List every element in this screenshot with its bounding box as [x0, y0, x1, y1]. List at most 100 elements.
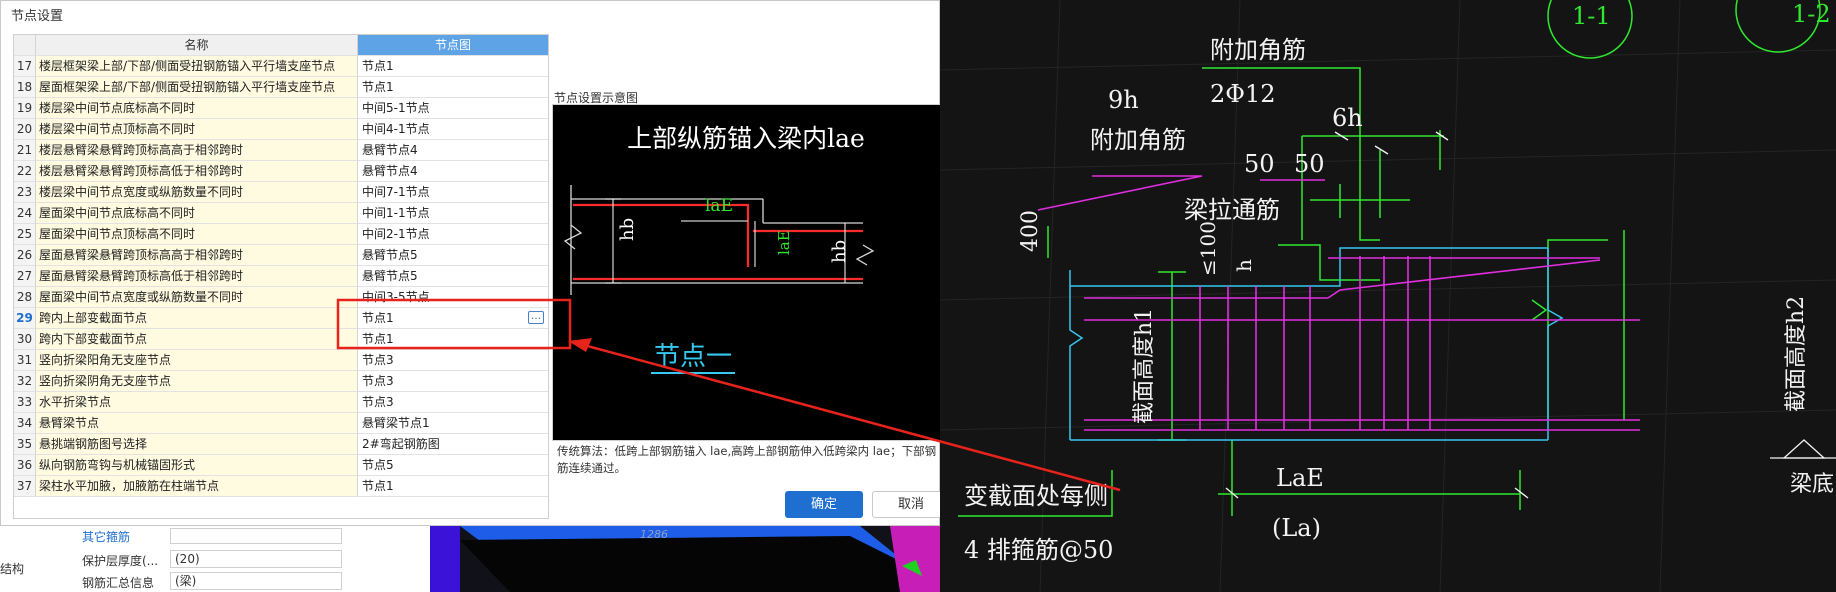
table-row[interactable]: 25 屋面梁中间节点顶标高不同时 中间2-1节点: [14, 224, 548, 245]
row-name-cell[interactable]: 竖向折梁阳角无支座节点: [36, 350, 358, 371]
row-node-cell[interactable]: 悬臂节点5: [358, 245, 548, 266]
table-row[interactable]: 30 跨内下部变截面节点 节点1: [14, 329, 548, 350]
table-row[interactable]: 18 屋面框架梁上部/下部/侧面受扭钢筋锚入平行墙支座节点 节点1: [14, 77, 548, 98]
3d-viewport-drawing: 1286: [430, 526, 940, 592]
row-node-cell[interactable]: 中间3-5节点: [358, 287, 548, 308]
table-row[interactable]: 27 屋面悬臂梁悬臂跨顶标高低于相邻跨时 悬臂节点5: [14, 266, 548, 287]
cad-label-2phi12: 2Φ12: [1210, 80, 1276, 108]
row-name-cell[interactable]: 跨内下部变截面节点: [36, 329, 358, 350]
row-node-cell[interactable]: 节点3: [358, 392, 548, 413]
row-number: 25: [14, 224, 36, 245]
table-row[interactable]: 32 竖向折梁阴角无支座节点 节点3: [14, 371, 548, 392]
support-symbol: [1782, 439, 1826, 459]
table-row[interactable]: 26 屋面悬臂梁悬臂跨顶标高高于相邻跨时 悬臂节点5: [14, 245, 548, 266]
row-node-cell[interactable]: 悬臂节点5: [358, 266, 548, 287]
row-node-cell[interactable]: 悬臂节点4: [358, 140, 548, 161]
row-node-value: 中间3-5节点: [362, 290, 430, 304]
row-node-value: 中间1-1节点: [362, 206, 430, 220]
row-number: 24: [14, 203, 36, 224]
table-header: 名称 节点图: [14, 35, 548, 56]
row-name-cell[interactable]: 屋面梁中间节点顶标高不同时: [36, 224, 358, 245]
row-node-cell[interactable]: 中间1-1节点: [358, 203, 548, 224]
row-node-value: 悬臂梁节点1: [362, 416, 430, 430]
row-node-cell[interactable]: 节点1…: [358, 308, 548, 329]
row-name-cell[interactable]: 楼层梁中间节点底标高不同时: [36, 98, 358, 119]
row-node-cell[interactable]: 节点3: [358, 350, 548, 371]
row-name-cell[interactable]: 楼层框架梁上部/下部/侧面受扭钢筋锚入平行墙支座节点: [36, 56, 358, 77]
row-name-cell[interactable]: 屋面框架梁上部/下部/侧面受扭钢筋锚入平行墙支座节点: [36, 77, 358, 98]
row-name-cell[interactable]: 梁柱水平加腋，加腋筋在柱端节点: [36, 476, 358, 497]
row-name-cell[interactable]: 楼层悬臂梁悬臂跨顶标高高于相邻跨时: [36, 140, 358, 161]
cancel-button[interactable]: 取消: [872, 491, 950, 518]
column-header-name[interactable]: 名称: [36, 35, 358, 56]
row-node-value: 中间5-1节点: [362, 101, 430, 115]
row-name-cell[interactable]: 悬臂梁节点: [36, 413, 358, 434]
property-section-other-stirrups[interactable]: 其它箍筋: [82, 528, 130, 545]
row-node-cell[interactable]: 节点3: [358, 371, 548, 392]
table-row[interactable]: 31 竖向折梁阳角无支座节点 节点3: [14, 350, 548, 371]
3d-viewport[interactable]: 1286: [430, 526, 940, 592]
table-row[interactable]: 28 屋面梁中间节点宽度或纵筋数量不同时 中间3-5节点: [14, 287, 548, 308]
row-name-cell[interactable]: 纵向钢筋弯钩与机械锚固形式: [36, 455, 358, 476]
row-node-cell[interactable]: 中间7-1节点: [358, 182, 548, 203]
table-row[interactable]: 29 跨内上部变截面节点 节点1…: [14, 308, 548, 329]
property-value-blank[interactable]: [170, 528, 342, 544]
row-node-cell[interactable]: 节点1: [358, 329, 548, 350]
table-row[interactable]: 37 梁柱水平加腋，加腋筋在柱端节点 节点1: [14, 476, 548, 497]
table-row[interactable]: 35 悬挑端钢筋图号选择 2#弯起钢筋图: [14, 434, 548, 455]
row-number: 17: [14, 56, 36, 77]
row-node-value: 中间7-1节点: [362, 185, 430, 199]
row-node-value: 节点3: [362, 353, 394, 367]
row-name-cell[interactable]: 竖向折梁阴角无支座节点: [36, 371, 358, 392]
cad-label-50-a: 50: [1244, 150, 1275, 178]
row-number: 37: [14, 476, 36, 497]
row-node-cell[interactable]: 2#弯起钢筋图: [358, 434, 548, 455]
property-value-summary[interactable]: (梁): [170, 572, 342, 590]
row-node-value: 节点3: [362, 395, 394, 409]
cad-section-mark-1: 1-1: [1572, 2, 1611, 30]
row-name-cell[interactable]: 水平折梁节点: [36, 392, 358, 413]
table-row[interactable]: 34 悬臂梁节点 悬臂梁节点1: [14, 413, 548, 434]
row-name-cell[interactable]: 屋面梁中间节点底标高不同时: [36, 203, 358, 224]
side-label: 结构: [0, 562, 25, 576]
row-name-cell[interactable]: 屋面梁中间节点宽度或纵筋数量不同时: [36, 287, 358, 308]
row-node-cell[interactable]: 节点1: [358, 476, 548, 497]
cad-section-mark-2: 1-2: [1792, 0, 1831, 28]
table-row[interactable]: 17 楼层框架梁上部/下部/侧面受扭钢筋锚入平行墙支座节点 节点1: [14, 56, 548, 77]
row-name-cell[interactable]: 屋面悬臂梁悬臂跨顶标高低于相邻跨时: [36, 266, 358, 287]
cad-drawing-viewport[interactable]: 附加角筋 2Φ12 9h 附加角筋 6h 50 50 梁拉通筋 400 ≤100…: [940, 0, 1836, 592]
row-name-cell[interactable]: 楼层悬臂梁悬臂跨顶标高低于相邻跨时: [36, 161, 358, 182]
row-node-cell[interactable]: 节点5: [358, 455, 548, 476]
row-name-cell[interactable]: 跨内上部变截面节点: [36, 308, 358, 329]
column-header-node[interactable]: 节点图: [358, 35, 548, 56]
row-node-cell[interactable]: 中间4-1节点: [358, 119, 548, 140]
row-name-cell[interactable]: 悬挑端钢筋图号选择: [36, 434, 358, 455]
table-row[interactable]: 20 楼层梁中间节点顶标高不同时 中间4-1节点: [14, 119, 548, 140]
row-node-cell[interactable]: 中间5-1节点: [358, 98, 548, 119]
row-node-value: 悬臂节点5: [362, 248, 418, 262]
table-row[interactable]: 36 纵向钢筋弯钩与机械锚固形式 节点5: [14, 455, 548, 476]
table-row[interactable]: 24 屋面梁中间节点底标高不同时 中间1-1节点: [14, 203, 548, 224]
row-name-cell[interactable]: 楼层梁中间节点宽度或纵筋数量不同时: [36, 182, 358, 203]
row-node-cell[interactable]: 中间2-1节点: [358, 224, 548, 245]
row-name-cell[interactable]: 屋面悬臂梁悬臂跨顶标高高于相邻跨时: [36, 245, 358, 266]
node-picker-button[interactable]: …: [528, 311, 544, 324]
ok-button[interactable]: 确定: [785, 491, 863, 518]
row-name-cell[interactable]: 楼层梁中间节点顶标高不同时: [36, 119, 358, 140]
cad-label-6h: 6h: [1332, 104, 1363, 132]
property-value-cover[interactable]: (20): [170, 550, 342, 568]
row-number: 34: [14, 413, 36, 434]
table-row[interactable]: 23 楼层梁中间节点宽度或纵筋数量不同时 中间7-1节点: [14, 182, 548, 203]
table-row[interactable]: 19 楼层梁中间节点底标高不同时 中间5-1节点: [14, 98, 548, 119]
property-label-cover: 保护层厚度(...: [82, 554, 159, 568]
table-row[interactable]: 22 楼层悬臂梁悬臂跨顶标高低于相邻跨时 悬臂节点4: [14, 161, 548, 182]
row-node-cell[interactable]: 节点1: [358, 77, 548, 98]
row-number: 23: [14, 182, 36, 203]
row-node-cell[interactable]: 节点1: [358, 56, 548, 77]
row-node-value: 悬臂节点4: [362, 164, 418, 178]
table-row[interactable]: 21 楼层悬臂梁悬臂跨顶标高高于相邻跨时 悬臂节点4: [14, 140, 548, 161]
table-row[interactable]: 33 水平折梁节点 节点3: [14, 392, 548, 413]
row-node-cell[interactable]: 悬臂节点4: [358, 161, 548, 182]
row-node-cell[interactable]: 悬臂梁节点1: [358, 413, 548, 434]
row-number: 18: [14, 77, 36, 98]
